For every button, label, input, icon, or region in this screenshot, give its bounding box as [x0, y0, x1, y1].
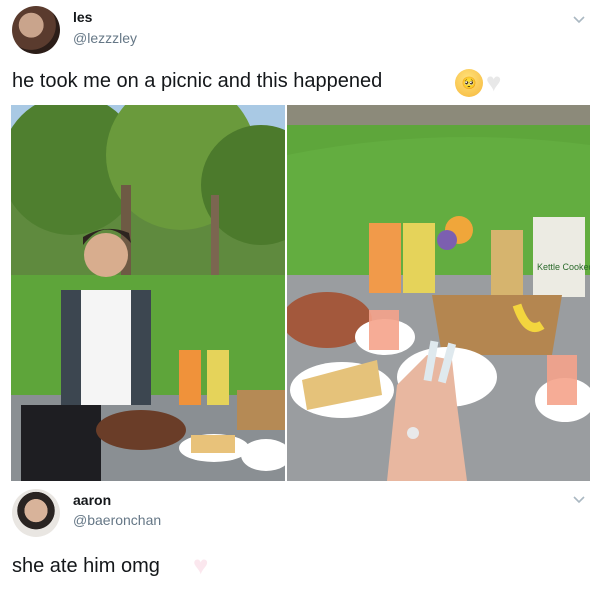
reply-text: she ate him omg: [12, 555, 160, 577]
kettle-chips-text: Kettle Cooked: [537, 262, 590, 272]
reply-author-name[interactable]: aaron: [73, 492, 111, 508]
pink-heart-emoji: ♥: [193, 550, 209, 580]
reply-author-handle[interactable]: @baeronchan: [73, 512, 161, 528]
pleading-face-emoji: 🥺: [455, 69, 483, 97]
author-handle[interactable]: @lezzzley: [73, 30, 137, 46]
author-name[interactable]: les: [73, 9, 92, 25]
photo-left-image: [11, 105, 285, 481]
avatar[interactable]: [12, 489, 60, 537]
chevron-down-icon[interactable]: [572, 12, 586, 26]
tweet-photo-left[interactable]: [11, 105, 285, 481]
tweet-text: he took me on a picnic and this happened: [12, 70, 383, 92]
tweet: les @lezzzley he took me on a picnic and…: [0, 0, 600, 486]
avatar[interactable]: [12, 6, 60, 54]
chevron-down-icon[interactable]: [572, 492, 586, 506]
tweet-photo-right[interactable]: Kettle Cooked: [287, 105, 590, 481]
white-heart-emoji: ♥: [486, 67, 502, 97]
photo-right-image: Kettle Cooked: [287, 105, 590, 481]
